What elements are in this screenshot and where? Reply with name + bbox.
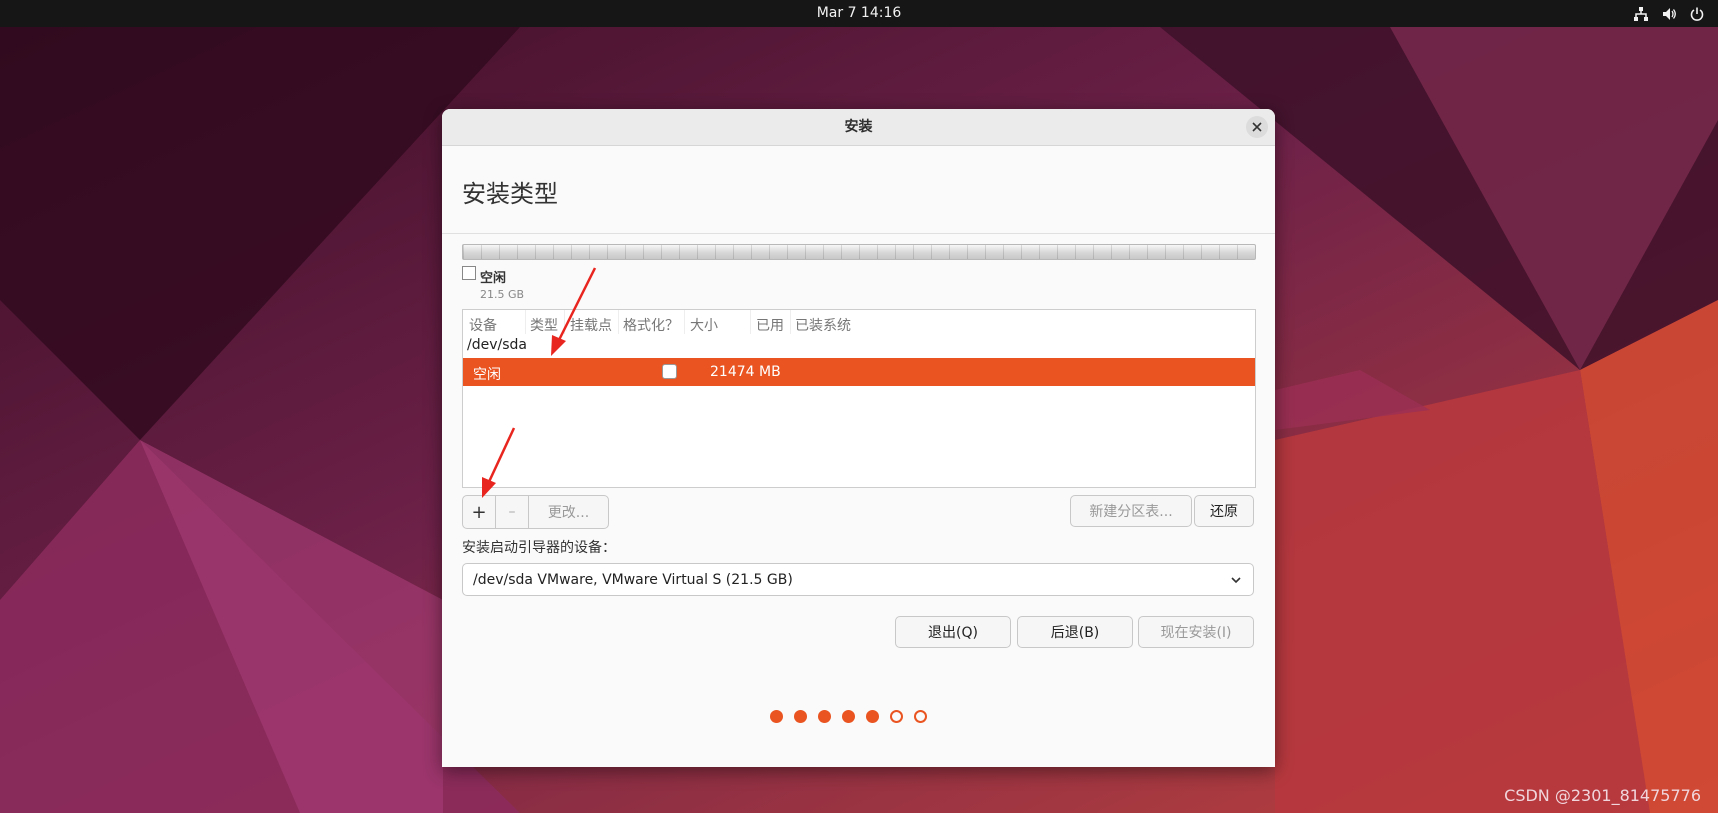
close-button[interactable] — [1246, 116, 1268, 138]
column-separator — [525, 310, 526, 334]
row-partition-size: 21474 MB — [710, 364, 781, 380]
progress-dot-completed — [770, 710, 783, 723]
system-tray[interactable] — [1632, 0, 1706, 27]
quit-button[interactable]: 退出(Q) — [895, 616, 1011, 648]
page-title: 安装类型 — [462, 180, 558, 208]
top-bar: Mar 7 14:16 — [0, 0, 1718, 27]
network-icon[interactable] — [1632, 5, 1650, 23]
install-now-button[interactable]: 现在安装(I) — [1138, 616, 1254, 648]
back-button[interactable]: 后退(B) — [1017, 616, 1133, 648]
column-header-installed-system[interactable]: 已装系统 — [795, 315, 851, 335]
new-partition-table-button[interactable]: 新建分区表... — [1070, 495, 1192, 527]
progress-dot-completed — [818, 710, 831, 723]
close-icon — [1252, 122, 1262, 132]
free-space-legend-swatch — [462, 266, 476, 280]
column-header-type[interactable]: 类型 — [530, 315, 558, 335]
power-icon[interactable] — [1688, 5, 1706, 23]
progress-dot-completed — [866, 710, 879, 723]
window-title: 安装 — [844, 119, 873, 135]
bootloader-device-select[interactable]: /dev/sda VMware, VMware Virtual S (21.5 … — [462, 563, 1254, 596]
column-separator — [790, 310, 791, 334]
disk-usage-bar — [462, 244, 1256, 260]
progress-dot-completed — [794, 710, 807, 723]
change-partition-button[interactable]: 更改... — [529, 496, 608, 528]
column-header-size[interactable]: 大小 — [690, 315, 718, 335]
add-partition-button[interactable]: + — [463, 496, 496, 528]
partition-toolbar: + – 更改... — [462, 495, 609, 529]
free-space-legend-size: 21.5 GB — [480, 288, 525, 301]
bootloader-device-value: /dev/sda VMware, VMware Virtual S (21.5 … — [473, 572, 793, 588]
row-partition-name: 空闲 — [473, 367, 501, 383]
remove-partition-button[interactable]: – — [496, 496, 529, 528]
device-row[interactable]: /dev/sda — [467, 337, 527, 353]
column-separator — [564, 310, 565, 334]
bootloader-device-label: 安装启动引导器的设备： — [462, 540, 616, 556]
window-titlebar[interactable]: 安装 — [442, 109, 1275, 146]
installer-window: 安装 安装类型 空闲 21.5 GB 设备 类型 挂载点 格式化？ 大小 已用 … — [442, 109, 1275, 767]
page-header: 安装类型 — [442, 146, 1275, 234]
column-header-format[interactable]: 格式化？ — [623, 315, 679, 335]
progress-dot-pending — [890, 710, 903, 723]
volume-icon[interactable] — [1660, 5, 1678, 23]
chevron-down-icon — [1231, 577, 1241, 584]
column-header-device[interactable]: 设备 — [469, 315, 497, 335]
column-separator — [750, 310, 751, 334]
column-separator — [618, 310, 619, 334]
column-separator — [684, 310, 685, 334]
progress-dot-completed — [842, 710, 855, 723]
revert-button[interactable]: 还原 — [1194, 495, 1254, 527]
installer-progress-dots — [770, 710, 927, 723]
column-header-mount-point[interactable]: 挂载点 — [570, 315, 612, 335]
table-row-free-space[interactable]: 空闲 21474 MB — [463, 358, 1255, 386]
column-header-used[interactable]: 已用 — [756, 315, 784, 335]
free-space-legend-label: 空闲 — [480, 271, 507, 286]
format-checkbox[interactable] — [662, 364, 677, 379]
progress-dot-pending — [914, 710, 927, 723]
clock[interactable]: Mar 7 14:16 — [0, 0, 1718, 27]
partition-table[interactable]: 设备 类型 挂载点 格式化？ 大小 已用 已装系统 /dev/sda 空闲 21… — [462, 309, 1256, 488]
watermark: CSDN @2301_81475776 — [1504, 786, 1701, 805]
